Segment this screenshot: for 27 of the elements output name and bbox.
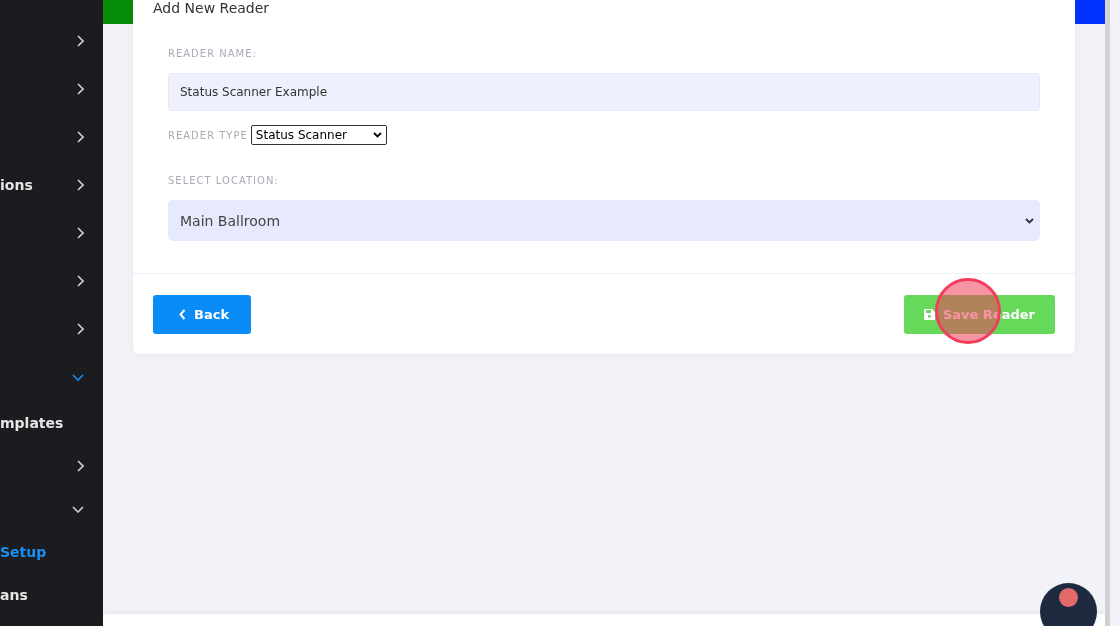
field-label: READER TYPE bbox=[168, 129, 248, 141]
field-label: SELECT LOCATION: bbox=[168, 175, 279, 186]
select-field[interactable]: Main Ballroom bbox=[168, 200, 1040, 241]
caret-icon bbox=[372, 132, 382, 138]
card-title: Add New Reader bbox=[152, 0, 271, 18]
record-icon bbox=[1059, 587, 1078, 607]
sidebar-item[interactable]: mplates bbox=[0, 414, 64, 431]
input-field[interactable]: Status Scanner Example bbox=[168, 73, 1040, 111]
chevron-right-icon bbox=[76, 131, 84, 143]
field-label: READER NAME: bbox=[168, 48, 257, 59]
chevron-right-icon bbox=[76, 275, 84, 287]
sidebar-item[interactable]: Setup bbox=[0, 543, 47, 560]
header-block bbox=[1075, 0, 1105, 24]
chevron-right-icon bbox=[76, 323, 84, 335]
chevron-right-icon bbox=[76, 83, 84, 95]
sidebar-item[interactable]: ans bbox=[0, 586, 28, 603]
sidebar-item[interactable]: ions bbox=[0, 177, 33, 193]
chevron-left-icon bbox=[179, 309, 186, 320]
select-field[interactable]: Status Scanner bbox=[250, 125, 387, 145]
chevron-right-icon bbox=[76, 227, 84, 239]
chevron-right-icon bbox=[76, 179, 84, 191]
caret-icon bbox=[1025, 217, 1034, 224]
chevron-right-icon bbox=[76, 35, 84, 47]
chevron-down-icon bbox=[72, 504, 84, 513]
chevron-right-icon bbox=[76, 459, 84, 472]
header-block bbox=[103, 0, 133, 24]
chevron-down-icon bbox=[72, 373, 84, 381]
